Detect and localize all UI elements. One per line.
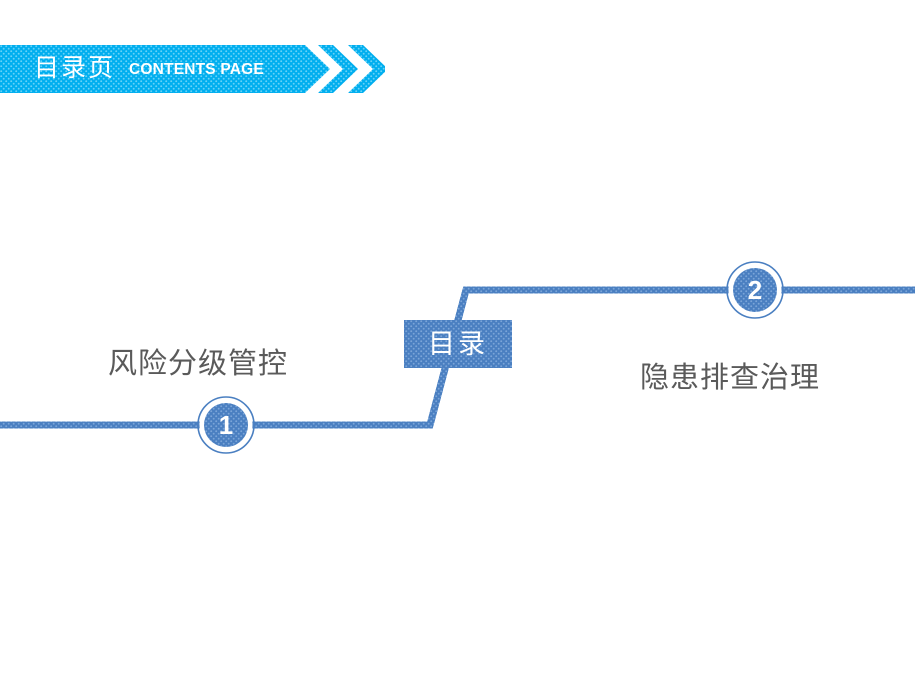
node-2-caption: 隐患排查治理 — [640, 362, 821, 394]
center-label-text: 目录 — [428, 329, 488, 359]
node-2-number: 2 — [747, 275, 763, 305]
node-1-number: 1 — [218, 410, 234, 440]
contents-page-slide: 目录页 CONTENTS PAGE 1 2 目录 风险分级管控 隐患排查治理 — [0, 0, 920, 690]
node-1-caption: 风险分级管控 — [108, 348, 289, 380]
